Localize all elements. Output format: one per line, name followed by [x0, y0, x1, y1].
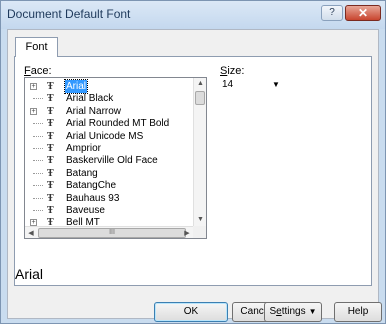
tree-connector-line	[33, 135, 43, 137]
dialog-client-area: Font Face: + Ŧ Arial Ŧ Arial Black + Ŧ Arial Na…	[7, 29, 382, 322]
face-list-item[interactable]: Ŧ Baskerville Old Face	[25, 154, 193, 167]
truetype-font-icon: Ŧ	[47, 130, 54, 142]
font-tab-panel: Face: + Ŧ Arial Ŧ Arial Black + Ŧ Arial Narrow Ŧ…	[14, 56, 372, 286]
tree-connector-line	[33, 185, 43, 187]
title-help-button[interactable]: ?	[321, 5, 343, 21]
chevron-down-icon[interactable]: ▼	[272, 77, 280, 93]
truetype-font-icon: Ŧ	[47, 180, 54, 192]
truetype-font-icon: Ŧ	[47, 105, 54, 117]
face-label: Face:	[24, 65, 52, 77]
tree-connector-line	[33, 197, 43, 199]
tree-connector-line	[33, 210, 43, 211]
face-list-item-label: Batang	[66, 167, 98, 179]
ok-button[interactable]: OK	[154, 302, 228, 322]
title-bar[interactable]: Document Default Font ? ✕	[1, 1, 385, 29]
tree-connector-line	[33, 172, 43, 174]
truetype-font-icon: Ŧ	[47, 143, 54, 154]
size-label: Size:	[220, 65, 245, 77]
truetype-font-icon: Ŧ	[47, 155, 54, 167]
chevron-down-icon: ▼	[308, 307, 317, 316]
face-list-item-label: BatangChe	[66, 180, 117, 192]
window-title: Document Default Font	[7, 7, 131, 21]
face-list-item[interactable]: + Ŧ Arial Narrow	[25, 105, 193, 118]
face-list-item[interactable]: Ŧ Arial Black	[25, 92, 193, 105]
expand-plus-icon[interactable]: +	[30, 83, 37, 90]
tree-connector-line	[33, 148, 43, 149]
tree-connector-line	[33, 123, 43, 125]
size-value: 14	[222, 79, 234, 90]
help-button[interactable]: Help	[334, 302, 382, 322]
scroll-down-icon[interactable]: ▼	[194, 214, 206, 226]
face-list-item[interactable]: Ŧ BatangChe	[25, 179, 193, 192]
truetype-font-icon: Ŧ	[47, 192, 54, 204]
scroll-up-icon[interactable]: ▲	[194, 78, 206, 90]
face-list-item[interactable]: Ŧ Bauhaus 93	[25, 192, 193, 205]
face-list-item-label: Arial	[63, 79, 89, 94]
face-list-item-label: Amprior	[66, 143, 102, 154]
face-list-item-label: Arial Black	[66, 93, 114, 105]
face-list-item[interactable]: Ŧ Amprior	[25, 142, 193, 155]
face-list-item[interactable]: Ŧ Baveuse	[25, 204, 193, 217]
tab-font[interactable]: Font	[15, 37, 58, 57]
face-list-horizontal-scrollbar[interactable]: ◀ III ▶	[25, 226, 193, 238]
settings-button[interactable]: Settings ▼	[264, 302, 322, 322]
face-list-item[interactable]: Ŧ Arial Unicode MS	[25, 130, 193, 143]
face-list-item-label: Baskerville Old Face	[66, 155, 158, 167]
face-list-item-label: Baveuse	[66, 205, 105, 216]
vertical-scroll-thumb[interactable]	[195, 91, 205, 105]
font-preview-text: Arial	[15, 266, 44, 282]
face-list-item-label: Arial Narrow	[66, 105, 122, 117]
truetype-font-icon: Ŧ	[47, 118, 54, 130]
tree-connector-line	[33, 98, 43, 100]
tree-connector-line	[33, 160, 43, 162]
settings-label-rest: ttings	[281, 306, 306, 317]
scroll-right-icon[interactable]: ▶	[181, 227, 193, 238]
face-list-item[interactable]: + Ŧ Arial	[25, 79, 193, 94]
scrollbar-corner	[193, 226, 206, 238]
truetype-font-icon: Ŧ	[47, 81, 54, 92]
scroll-left-icon[interactable]: ◀	[25, 227, 37, 238]
face-list-item-label: Arial Unicode MS	[66, 130, 144, 142]
truetype-font-icon: Ŧ	[47, 205, 54, 216]
face-list-vertical-scrollbar[interactable]: ▲ ▼	[193, 78, 206, 226]
font-dialog-window: Document Default Font ? ✕ Font Face: + Ŧ A…	[0, 0, 386, 324]
close-button[interactable]: ✕	[345, 5, 381, 21]
truetype-font-icon: Ŧ	[47, 167, 54, 179]
face-list[interactable]: + Ŧ Arial Ŧ Arial Black + Ŧ Arial Narrow Ŧ Arial …	[24, 77, 207, 239]
size-dropdown[interactable]: 14 ▼	[220, 77, 288, 93]
horizontal-scroll-thumb[interactable]: III	[38, 228, 186, 238]
truetype-font-icon: Ŧ	[47, 93, 54, 105]
face-list-item-label: Bauhaus 93	[66, 192, 120, 204]
expand-plus-icon[interactable]: +	[30, 107, 37, 115]
face-list-item[interactable]: Ŧ Batang	[25, 167, 193, 180]
face-list-item-label: Arial Rounded MT Bold	[66, 118, 170, 130]
face-list-item[interactable]: Ŧ Arial Rounded MT Bold	[25, 117, 193, 130]
